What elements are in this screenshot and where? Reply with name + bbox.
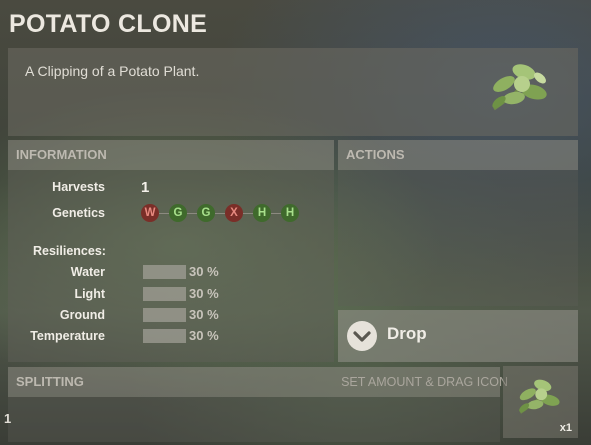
gene-slot: H [253, 204, 271, 222]
resilience-temperature-bar [143, 329, 186, 343]
actions-header: ACTIONS [338, 140, 578, 170]
chevron-down-icon [347, 321, 377, 351]
resilience-temperature-label: Temperature [30, 329, 105, 343]
potato-clone-icon [492, 64, 547, 111]
resilience-ground-value: 30 % [189, 307, 219, 322]
resilience-water-bar [143, 265, 186, 279]
gene-separator [271, 212, 281, 214]
split-amount[interactable]: 1 [4, 411, 11, 426]
resiliences-label: Resiliences: [33, 244, 106, 258]
item-description: A Clipping of a Potato Plant. [25, 63, 200, 79]
gene-slot: H [281, 204, 299, 222]
information-header-label: INFORMATION [16, 147, 107, 162]
genetics-label: Genetics [52, 206, 105, 220]
gene-separator [187, 212, 197, 214]
item-title: POTATO CLONE [9, 10, 208, 38]
actions-header-label: ACTIONS [346, 147, 405, 162]
resilience-water-label: Water [70, 265, 105, 279]
actions-panel [338, 170, 578, 306]
harvests-label: Harvests [52, 180, 105, 194]
resilience-water-value: 30 % [189, 264, 219, 279]
resilience-ground-label: Ground [59, 308, 105, 322]
description-panel: A Clipping of a Potato Plant. [8, 48, 578, 136]
splitting-header-label: SPLITTING [16, 374, 84, 389]
drop-button-label: Drop [387, 324, 427, 343]
gene-slot: G [169, 204, 187, 222]
harvests-value: 1 [141, 179, 150, 196]
gene-separator [215, 212, 225, 214]
drop-button[interactable]: Drop [338, 310, 578, 362]
resilience-temperature-value: 30 % [189, 328, 219, 343]
splitting-panel[interactable] [8, 397, 500, 442]
splitting-hint: SET AMOUNT & DRAG ICON [341, 375, 508, 389]
split-item-slot[interactable]: x1 [503, 366, 578, 438]
slot-count: x1 [559, 422, 572, 434]
resilience-light-value: 30 % [189, 286, 219, 301]
gene-separator [243, 212, 253, 214]
resilience-light-label: Light [74, 287, 105, 301]
resilience-light-bar [143, 287, 186, 301]
gene-separator [159, 212, 169, 214]
gene-slot: G [197, 204, 215, 222]
information-header: INFORMATION [8, 140, 334, 170]
gene-slot: W [141, 204, 159, 222]
resilience-ground-bar [143, 308, 186, 322]
potato-clone-icon [519, 379, 560, 414]
genetics-row: W G G X H H [141, 204, 299, 222]
gene-slot: X [225, 204, 243, 222]
